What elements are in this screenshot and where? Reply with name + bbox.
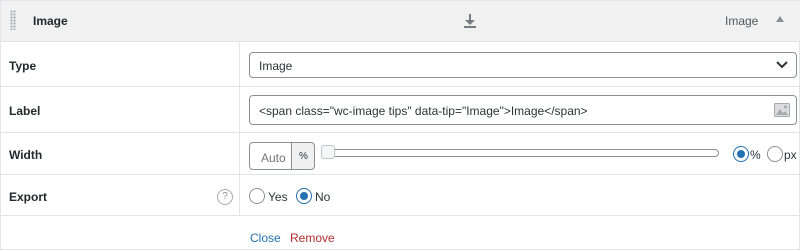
width-slider[interactable] [325, 149, 719, 157]
export-yes-label: Yes [268, 190, 288, 204]
export-value-cell: Yes No [241, 175, 800, 215]
unit-px-radio[interactable] [767, 146, 783, 162]
column-settings-panel: Image Image Type Image Label <span class… [0, 0, 800, 250]
close-link[interactable]: Close [250, 231, 281, 245]
width-row: Width Auto % % px [1, 133, 800, 175]
width-field-label: Width [9, 148, 43, 162]
actions-row: Close Remove [1, 216, 800, 250]
width-slider-handle[interactable] [321, 145, 335, 159]
export-yes-radio[interactable] [249, 188, 265, 204]
label-label-cell: Label [1, 87, 240, 132]
drag-handle-icon[interactable] [10, 10, 16, 30]
type-field-label: Type [9, 59, 37, 73]
unit-percent-radio[interactable] [733, 146, 749, 162]
width-label-cell: Width [1, 133, 240, 174]
download-icon[interactable] [463, 13, 477, 29]
type-row: Type Image [1, 43, 800, 87]
type-select-value: Image [259, 59, 293, 73]
export-no-label: No [315, 190, 331, 204]
width-unit-addon-text: % [299, 151, 308, 162]
label-input-value: <span class="wc-image tips" data-tip="Im… [259, 104, 588, 118]
unit-px-label: px [784, 148, 797, 162]
type-select[interactable]: Image [249, 52, 797, 78]
type-value-cell: Image [241, 43, 800, 86]
width-value-cell: Auto % % px [241, 133, 800, 174]
chevron-down-icon [776, 61, 788, 69]
type-label-cell: Type [1, 43, 240, 86]
width-unit-addon: % [291, 142, 315, 170]
label-field-label: Label [9, 104, 41, 118]
remove-link[interactable]: Remove [290, 231, 335, 245]
label-input[interactable]: <span class="wc-image tips" data-tip="Im… [249, 95, 797, 125]
width-input[interactable]: Auto [249, 142, 291, 170]
unit-percent-label: % [750, 148, 761, 162]
triangle-up-icon[interactable] [775, 14, 785, 24]
panel-title: Image [33, 14, 68, 28]
export-row: Export ? Yes No [1, 175, 800, 216]
column-type-label: Image [725, 14, 759, 28]
label-value-cell: <span class="wc-image tips" data-tip="Im… [241, 87, 800, 132]
image-picker-icon[interactable] [774, 103, 790, 117]
help-icon[interactable]: ? [217, 189, 233, 205]
export-no-radio[interactable] [296, 188, 312, 204]
label-row: Label <span class="wc-image tips" data-t… [1, 87, 800, 133]
panel-header[interactable]: Image Image [1, 1, 800, 42]
export-label-cell: Export ? [1, 175, 240, 215]
width-input-placeholder: Auto [261, 151, 286, 165]
export-field-label: Export [9, 190, 48, 204]
